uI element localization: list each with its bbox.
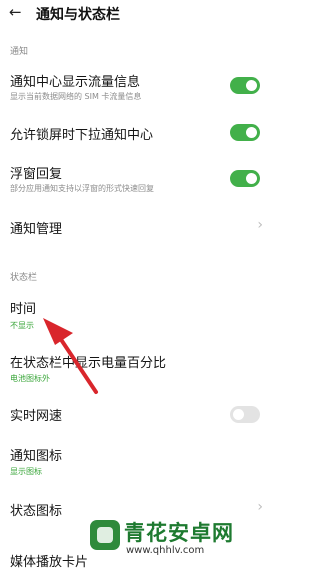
watermark-name: 青花安卓网	[124, 521, 234, 545]
watermark-url: www.qhhlv.com	[126, 545, 205, 556]
annotation-arrow-icon	[43, 318, 98, 394]
watermark-logo-icon	[90, 520, 120, 550]
